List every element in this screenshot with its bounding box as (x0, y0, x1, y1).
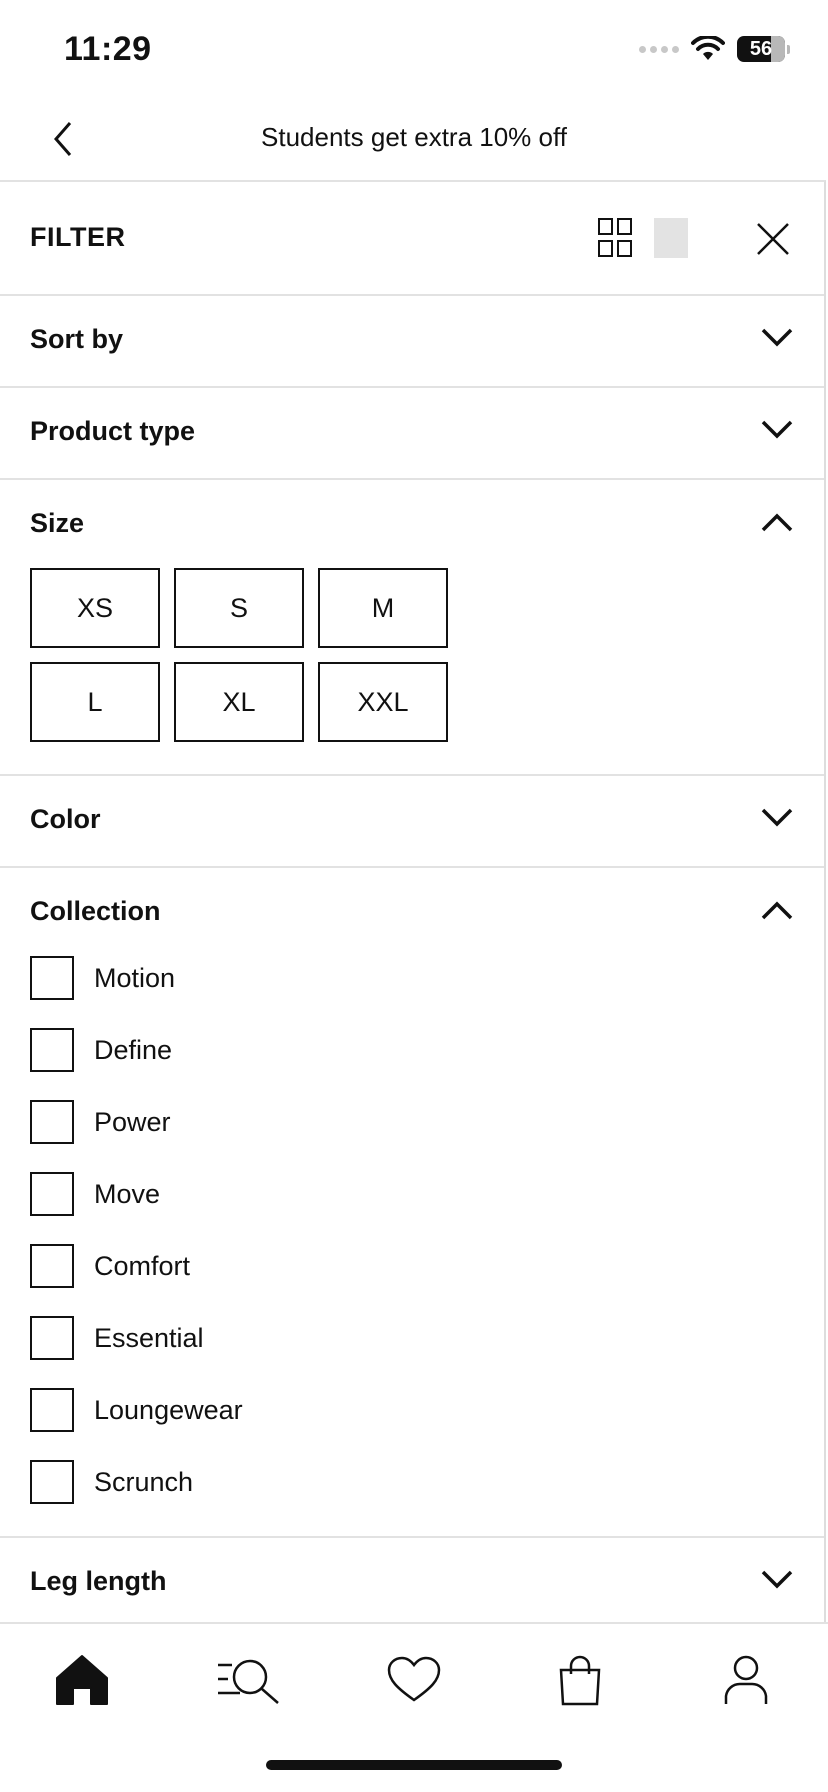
collection-option-label: Essential (94, 1322, 204, 1353)
collection-option-label: Move (94, 1178, 161, 1209)
chevron-down-icon (761, 808, 793, 827)
chevron-down-icon (761, 420, 793, 439)
chevron-down-icon (761, 328, 793, 347)
checkbox[interactable] (30, 1172, 74, 1216)
battery-icon: 56 (737, 36, 785, 62)
grid-view-icon[interactable] (598, 218, 632, 258)
heart-icon (387, 1656, 441, 1702)
size-option-xs[interactable]: XS (30, 568, 160, 648)
size-option-s[interactable]: S (174, 568, 304, 648)
size-section: Size XS S M L XL XXL (0, 480, 824, 776)
home-icon (56, 1655, 108, 1705)
battery-nub (787, 44, 790, 54)
size-option-xl[interactable]: XL (174, 662, 304, 742)
collection-option-label: Motion (94, 962, 176, 993)
battery-level: 56 (749, 37, 773, 60)
collection-option-label: Comfort (94, 1250, 191, 1281)
collection-option-define[interactable]: Define (30, 1028, 172, 1072)
checkbox[interactable] (30, 1388, 74, 1432)
collection-option-scrunch[interactable]: Scrunch (30, 1460, 193, 1504)
tab-bag[interactable] (550, 1650, 610, 1710)
collection-label: Collection (30, 896, 161, 926)
filter-panel: FILTER Sort by Product type Size XS S M … (0, 180, 826, 1622)
top-nav: Students get extra 10% off (0, 100, 828, 180)
checkbox[interactable] (30, 956, 74, 1000)
collection-option-comfort[interactable]: Comfort (30, 1244, 190, 1288)
checkbox[interactable] (30, 1028, 74, 1072)
size-label: Size (30, 508, 85, 538)
tab-home[interactable] (52, 1650, 112, 1710)
single-view-icon[interactable] (654, 218, 688, 258)
collection-option-label: Loungewear (94, 1394, 243, 1425)
wifi-icon (691, 36, 725, 60)
status-bar: 11:29 56 (0, 0, 828, 100)
home-indicator (266, 1760, 562, 1770)
collection-option-label: Power (94, 1106, 171, 1137)
product-type-label: Product type (30, 416, 196, 446)
size-option-m[interactable]: M (318, 568, 448, 648)
collection-option-label: Define (94, 1034, 173, 1065)
size-option-xxl[interactable]: XXL (318, 662, 448, 742)
tab-profile[interactable] (716, 1650, 776, 1710)
checkbox[interactable] (30, 1100, 74, 1144)
filter-title: FILTER (30, 222, 126, 252)
color-label: Color (30, 804, 101, 834)
color-row[interactable]: Color (0, 776, 824, 868)
collection-option-label: Scrunch (94, 1466, 194, 1497)
collection-options: Motion Define Power Move Comfort Essenti… (0, 956, 824, 1536)
promo-banner[interactable]: Students get extra 10% off (0, 122, 828, 153)
chevron-up-icon (761, 901, 793, 920)
leg-length-label: Leg length (30, 1566, 167, 1596)
collection-option-motion[interactable]: Motion (30, 956, 175, 1000)
checkbox[interactable] (30, 1460, 74, 1504)
collection-option-move[interactable]: Move (30, 1172, 160, 1216)
cellular-signal-icon (639, 45, 679, 53)
status-time: 11:29 (64, 30, 152, 68)
tab-wishlist[interactable] (384, 1650, 444, 1710)
sort-by-row[interactable]: Sort by (0, 296, 824, 388)
collection-section: Collection Motion Define Power Move Comf… (0, 868, 824, 1538)
checkbox[interactable] (30, 1316, 74, 1360)
filter-header: FILTER (0, 182, 824, 296)
bottom-tab-bar (0, 1622, 828, 1732)
collection-option-power[interactable]: Power (30, 1100, 171, 1144)
tab-search[interactable] (216, 1650, 282, 1710)
collection-option-loungewear[interactable]: Loungewear (30, 1388, 243, 1432)
profile-icon (724, 1655, 768, 1704)
leg-length-row[interactable]: Leg length (0, 1538, 824, 1622)
sort-by-label: Sort by (30, 324, 124, 354)
close-icon[interactable] (756, 222, 790, 256)
size-section-header[interactable]: Size (0, 480, 824, 568)
collection-section-header[interactable]: Collection (0, 868, 824, 956)
size-option-l[interactable]: L (30, 662, 160, 742)
search-icon (218, 1659, 279, 1704)
product-type-row[interactable]: Product type (0, 388, 824, 480)
chevron-down-icon (761, 1570, 793, 1589)
status-icons: 56 (639, 36, 790, 62)
collection-option-essential[interactable]: Essential (30, 1316, 204, 1360)
size-options: XS S M L XL XXL (0, 568, 824, 774)
checkbox[interactable] (30, 1244, 74, 1288)
bag-icon (559, 1655, 601, 1706)
chevron-up-icon (761, 513, 793, 532)
